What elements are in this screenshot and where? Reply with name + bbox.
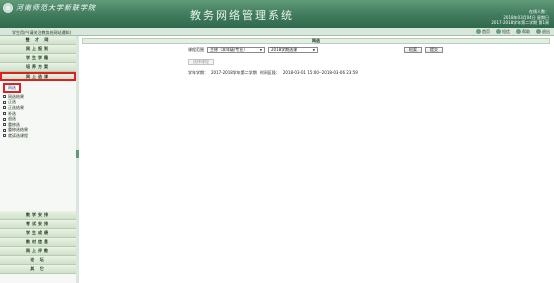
- menu-online-course-selection[interactable]: 网上选课: [0, 72, 76, 81]
- menu-textbook-info[interactable]: 教材信息: [0, 238, 76, 247]
- help-button[interactable]: 帮助: [516, 29, 530, 35]
- checkbox-icon: [3, 112, 6, 116]
- menu-teaching-schedule[interactable]: 教学安排: [0, 211, 76, 220]
- submenu-online-selection[interactable]: 网选: [3, 83, 21, 93]
- menu-training-plan[interactable]: 培养方案: [0, 63, 76, 72]
- menu-other[interactable]: 其 它: [0, 265, 76, 274]
- checkbox-icon: [3, 106, 6, 110]
- category-select[interactable]: 2018学期选课 ▼: [268, 47, 318, 53]
- main-content: 网选 课程范围 主修（本年级/专业） ▼ 2018学期选课 ▼ 检索 提交 选择…: [82, 38, 550, 278]
- toolbar: 首页 短信 帮助 退出: [476, 29, 550, 35]
- time-value: 2018-03-01 15:00--2018-03-06 23:59: [282, 70, 358, 75]
- panel-title: 网选: [82, 38, 550, 44]
- menu-forum[interactable]: 论 坛: [0, 256, 76, 265]
- menu-student-grades[interactable]: 学生成绩: [0, 229, 76, 238]
- logout-label: 退出: [542, 28, 550, 34]
- help-icon: [516, 29, 521, 34]
- menu-exam-schedule[interactable]: 考试安排: [0, 220, 76, 229]
- checkbox-icon: [3, 100, 6, 104]
- home-icon: [476, 29, 481, 34]
- logout-icon: [536, 29, 541, 34]
- checkbox-icon: [3, 123, 6, 127]
- sidebar: 整 才 网 网上报到 学生学籍 培养方案 网上选课 网选 网选结果 正选 正选结…: [0, 36, 76, 283]
- sub-bar: 学生用户(请关注教务处网站通知) 首页 短信 帮助 退出: [0, 28, 554, 36]
- message-button[interactable]: 短信: [496, 29, 510, 35]
- course-range-select[interactable]: 主修（本年级/专业） ▼: [207, 47, 265, 53]
- sidebar-collapse-toggle[interactable]: [76, 150, 79, 158]
- select-course-button[interactable]: 选择课程: [188, 59, 214, 65]
- submenu-item[interactable]: 就读选课程: [1, 133, 76, 139]
- chevron-down-icon: ▼: [259, 48, 262, 52]
- checkbox-icon: [3, 128, 6, 132]
- home-button[interactable]: 首页: [476, 29, 490, 35]
- system-title: 教务网络管理系统: [190, 9, 294, 22]
- term-value: 2017-2018学年第二学期: [211, 70, 257, 75]
- selection-period-info: 学年学期： 2017-2018学年第二学期 时间区段： 2018-03-01 1…: [188, 70, 358, 76]
- lower-menu: 教学安排 考试安排 学生成绩 教材信息 网上评教 论 坛 其 它: [0, 211, 76, 274]
- checkbox-icon: [3, 134, 6, 138]
- submit-button[interactable]: 提交: [425, 47, 443, 53]
- home-label: 首页: [482, 28, 490, 34]
- current-term: 2017-2018学年第二学期 第1周: [491, 20, 549, 25]
- user-info: 在线人数： 2018年03月04日 星期日 2017-2018学年第二学期 第1…: [491, 9, 549, 26]
- breadcrumb: 学生用户(请关注教务处网站通知): [12, 29, 72, 35]
- menu-student-status[interactable]: 学生学籍: [0, 54, 76, 63]
- checkbox-icon: [3, 95, 6, 99]
- submenu-item-label: 就读选课程: [8, 132, 28, 138]
- help-label: 帮助: [522, 28, 530, 34]
- menu-teaching-evaluation[interactable]: 网上评教: [0, 247, 76, 256]
- term-label: 学年学期：: [188, 70, 208, 75]
- logout-button[interactable]: 退出: [536, 29, 550, 35]
- category-value: 2018学期选课: [271, 47, 298, 52]
- school-logo-icon: [3, 3, 13, 13]
- chevron-down-icon: ▼: [312, 48, 315, 52]
- menu-talent-net[interactable]: 整 才 网: [0, 36, 76, 45]
- search-button[interactable]: 检索: [404, 47, 422, 53]
- course-range-label: 课程范围: [188, 47, 204, 52]
- time-label: 时间区段：: [259, 70, 280, 75]
- course-selection-submenu: 网选 网选结果 正选 正选结果 补选 退选 重修选 重修选结果 就读选课程: [0, 81, 76, 139]
- menu-online-registration[interactable]: 网上报到: [0, 45, 76, 54]
- filter-row: 课程范围 主修（本年级/专业） ▼ 2018学期选课 ▼ 检索 提交: [188, 47, 443, 53]
- sidebar-divider: [76, 36, 79, 283]
- school-name: 河南师范大学新联学院: [16, 4, 96, 12]
- message-icon: [496, 29, 501, 34]
- app-header: 河南师范大学新联学院 教务网络管理系统 在线人数： 2018年03月04日 星期…: [0, 0, 554, 28]
- checkbox-icon: [3, 117, 6, 121]
- message-label: 短信: [502, 28, 510, 34]
- course-range-value: 主修（本年级/专业）: [210, 47, 248, 52]
